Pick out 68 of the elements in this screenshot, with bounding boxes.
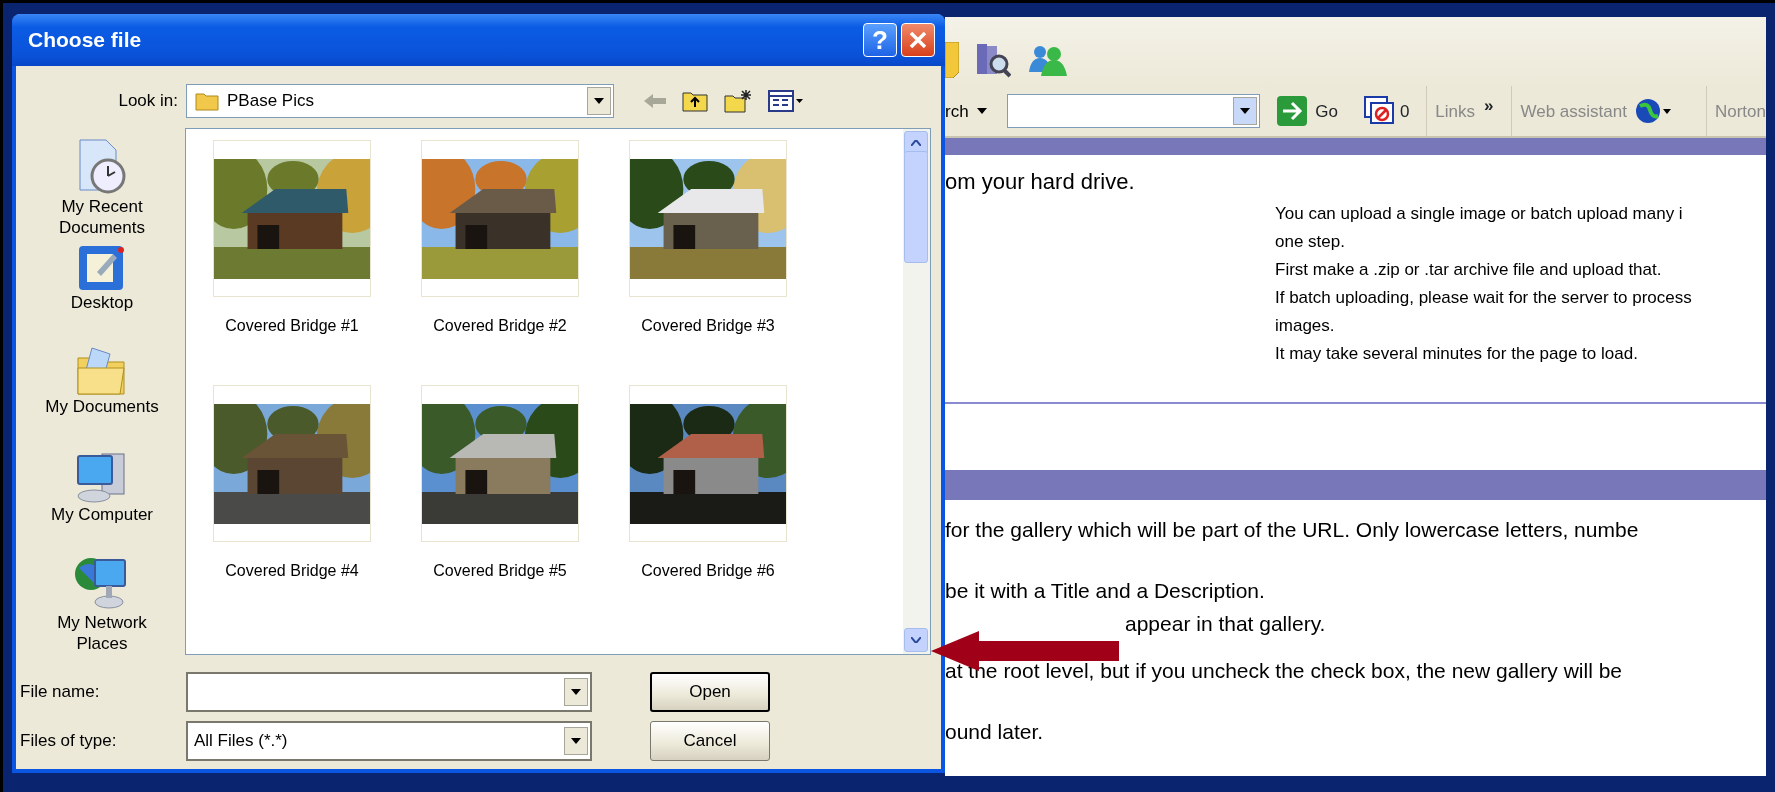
caret-icon	[976, 107, 987, 115]
close-button[interactable]	[901, 23, 935, 57]
place-item[interactable]: My Recent Documents	[22, 138, 182, 242]
up-caret-icon	[911, 140, 921, 146]
thumbnail-frame[interactable]	[629, 385, 787, 542]
popup-blocker-button[interactable]: 0	[1362, 95, 1411, 128]
place-item[interactable]: My Computer	[22, 450, 182, 554]
body-text: for the gallery which will be part of the URL. Only lowercase letters, numbe	[945, 517, 1640, 543]
info-text: images.	[1275, 315, 1336, 338]
down-caret-icon	[911, 637, 921, 643]
place-item[interactable]: Desktop	[22, 242, 182, 346]
file-name[interactable]: Covered Bridge #2	[433, 314, 567, 338]
view-menu-icon[interactable]	[768, 90, 804, 112]
caret-icon	[571, 737, 581, 745]
file-type-label: Files of type:	[20, 730, 118, 753]
info-text: If batch uploading, please wait for the server to process	[1275, 287, 1693, 310]
popup-blocker-icon	[1363, 96, 1396, 127]
file-name[interactable]: Covered Bridge #1	[225, 314, 359, 338]
info-text: It may take several minutes for the page to load.	[1275, 343, 1639, 366]
place-label: My Network Places	[56, 612, 148, 654]
file-name[interactable]: Covered Bridge #3	[641, 314, 775, 338]
caret-icon	[594, 97, 604, 105]
thumbnail-frame[interactable]	[213, 140, 371, 297]
look-in-dropdown[interactable]: PBase Pics	[186, 84, 614, 118]
close-icon	[909, 31, 927, 49]
info-text: You can upload a single image or batch upload many i	[1275, 203, 1684, 226]
info-text: one step.	[1275, 231, 1346, 254]
body-text: om your hard drive.	[945, 168, 1136, 197]
caret-icon	[571, 688, 581, 696]
thumbnail-frame[interactable]	[421, 140, 579, 297]
thumbnail-frame[interactable]	[421, 385, 579, 542]
links-chevron[interactable]: »	[1483, 91, 1495, 120]
file-name[interactable]: Covered Bridge #4	[225, 559, 359, 583]
scroll-down-button[interactable]	[904, 628, 928, 652]
folder-icon	[195, 91, 219, 111]
globe-icon	[1634, 98, 1673, 125]
documents-folder-icon	[76, 346, 128, 396]
place-item[interactable]: My Network Places	[22, 554, 182, 658]
file-name[interactable]: Covered Bridge #6	[641, 559, 775, 583]
place-label: My Documents	[45, 396, 159, 417]
search-label[interactable]: rch	[945, 98, 987, 125]
dialog-title: Choose file	[28, 27, 142, 54]
place-item[interactable]: My Documents	[22, 346, 182, 450]
recent-documents-icon	[76, 138, 128, 196]
thumbnail-frame[interactable]	[629, 140, 787, 297]
file-type-dropdown[interactable]: All Files (*.*)	[186, 721, 592, 761]
book-search-icon[interactable]	[975, 42, 1011, 79]
place-label: My Computer	[51, 504, 153, 525]
dialog-button[interactable]: Open	[650, 672, 770, 712]
place-label: My Recent Documents	[58, 196, 146, 238]
file-name-field[interactable]	[186, 672, 592, 712]
up-folder-icon[interactable]	[682, 90, 708, 112]
dialog-button[interactable]: Cancel	[650, 721, 770, 761]
file-name[interactable]: Covered Bridge #5	[433, 559, 567, 583]
go-button[interactable]: Go	[1276, 95, 1339, 128]
info-text: First make a .zip or .tar archive file and upload that.	[1275, 259, 1663, 282]
thumbnail-frame[interactable]	[213, 385, 371, 542]
body-text: be it with a Title and a Description.	[945, 578, 1266, 604]
links-label: Links	[1435, 100, 1476, 123]
scrollbar-thumb[interactable]	[904, 151, 928, 263]
place-label: Desktop	[70, 292, 134, 313]
body-text: appear in that gallery.	[1124, 611, 1327, 637]
caret-icon	[1240, 107, 1251, 115]
search-field[interactable]	[1006, 94, 1261, 129]
body-text: ound later.	[945, 719, 1045, 745]
new-folder-icon[interactable]	[724, 89, 752, 113]
look-in-label: Look in:	[117, 90, 179, 113]
file-name-label: File name:	[20, 681, 101, 704]
